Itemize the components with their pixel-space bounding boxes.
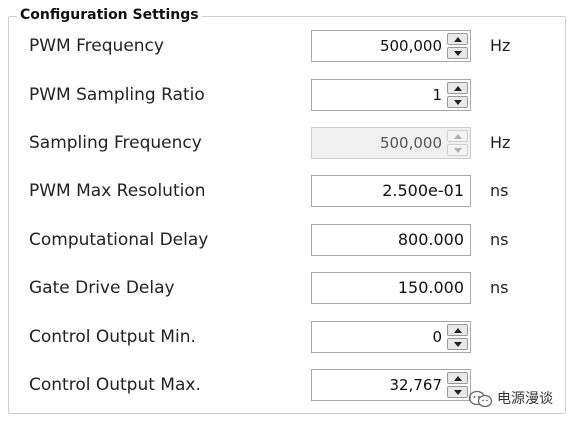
row-gate-drive-delay: Gate Drive Delay 150.000 ns <box>0 271 578 305</box>
sampling-frequency-spinner <box>447 130 468 156</box>
pwm-frequency-spinner <box>447 33 468 59</box>
sampling-frequency-value: 500,000 <box>379 134 442 152</box>
gate-drive-delay-field[interactable]: 150.000 <box>311 272 471 304</box>
watermark: 电源漫谈 <box>468 387 553 411</box>
pwm-max-resolution-field[interactable]: 2.500e-01 <box>311 175 471 207</box>
pwm-sampling-ratio-up-arrow-icon[interactable] <box>447 82 468 94</box>
pwm-sampling-ratio-spinner <box>447 82 468 108</box>
row-pwm-max-resolution: PWM Max Resolution 2.500e-01 ns <box>0 174 578 208</box>
control-output-max-spinner <box>447 372 468 398</box>
pwm-frequency-spinbox[interactable]: 500,000 <box>311 30 471 62</box>
row-pwm-sampling-ratio: PWM Sampling Ratio 1 <box>0 78 578 112</box>
pwm-sampling-ratio-spinbox[interactable]: 1 <box>311 79 471 111</box>
control-output-max-value[interactable]: 32,767 <box>316 370 443 400</box>
sampling-frequency-down-arrow-icon <box>447 144 468 156</box>
watermark-text: 电源漫谈 <box>497 391 553 407</box>
pwm-frequency-down-arrow-icon[interactable] <box>447 47 468 59</box>
control-output-min-up-arrow-icon[interactable] <box>447 324 468 336</box>
gate-drive-delay-unit: ns <box>490 278 509 297</box>
computational-delay-field[interactable]: 800.000 <box>311 224 471 256</box>
pwm-sampling-ratio-down-arrow-icon[interactable] <box>447 96 468 108</box>
sampling-frequency-label: Sampling Frequency <box>29 133 202 153</box>
computational-delay-unit: ns <box>490 230 509 249</box>
pwm-sampling-ratio-value[interactable]: 1 <box>316 80 442 110</box>
pwm-max-resolution-label: PWM Max Resolution <box>29 181 206 201</box>
pwm-sampling-ratio-label: PWM Sampling Ratio <box>29 85 205 105</box>
control-output-max-down-arrow-icon[interactable] <box>447 386 468 398</box>
row-pwm-frequency: PWM Frequency 500,000 Hz <box>0 29 578 63</box>
sampling-frequency-spinbox: 500,000 <box>311 127 471 159</box>
control-output-min-down-arrow-icon[interactable] <box>447 338 468 350</box>
gate-drive-delay-value[interactable]: 150.000 <box>316 273 464 303</box>
sampling-frequency-unit: Hz <box>490 133 511 152</box>
pwm-frequency-up-arrow-icon[interactable] <box>447 33 468 45</box>
configuration-settings-group <box>8 16 566 414</box>
row-control-output-min: Control Output Min. 0 <box>0 320 578 354</box>
row-computational-delay: Computational Delay 800.000 ns <box>0 223 578 257</box>
sampling-frequency-up-arrow-icon <box>447 130 468 142</box>
row-sampling-frequency: Sampling Frequency 500,000 Hz <box>0 126 578 160</box>
pwm-max-resolution-value[interactable]: 2.500e-01 <box>316 176 464 206</box>
control-output-min-label: Control Output Min. <box>29 327 196 347</box>
control-output-max-label: Control Output Max. <box>29 375 201 395</box>
computational-delay-label: Computational Delay <box>29 230 209 250</box>
pwm-frequency-label: PWM Frequency <box>29 36 164 56</box>
pwm-max-resolution-unit: ns <box>490 181 509 200</box>
wechat-icon <box>468 390 493 408</box>
control-output-min-spinbox[interactable]: 0 <box>311 321 471 353</box>
pwm-frequency-unit: Hz <box>490 36 511 55</box>
computational-delay-value[interactable]: 800.000 <box>316 225 464 255</box>
control-output-min-value[interactable]: 0 <box>316 322 442 352</box>
pwm-frequency-value[interactable]: 500,000 <box>316 31 442 61</box>
control-output-max-up-arrow-icon[interactable] <box>447 372 468 384</box>
gate-drive-delay-label: Gate Drive Delay <box>29 278 175 298</box>
control-output-min-spinner <box>447 324 468 350</box>
control-output-max-spinbox[interactable]: 32,767 <box>311 369 471 401</box>
group-title: Configuration Settings <box>17 6 202 24</box>
